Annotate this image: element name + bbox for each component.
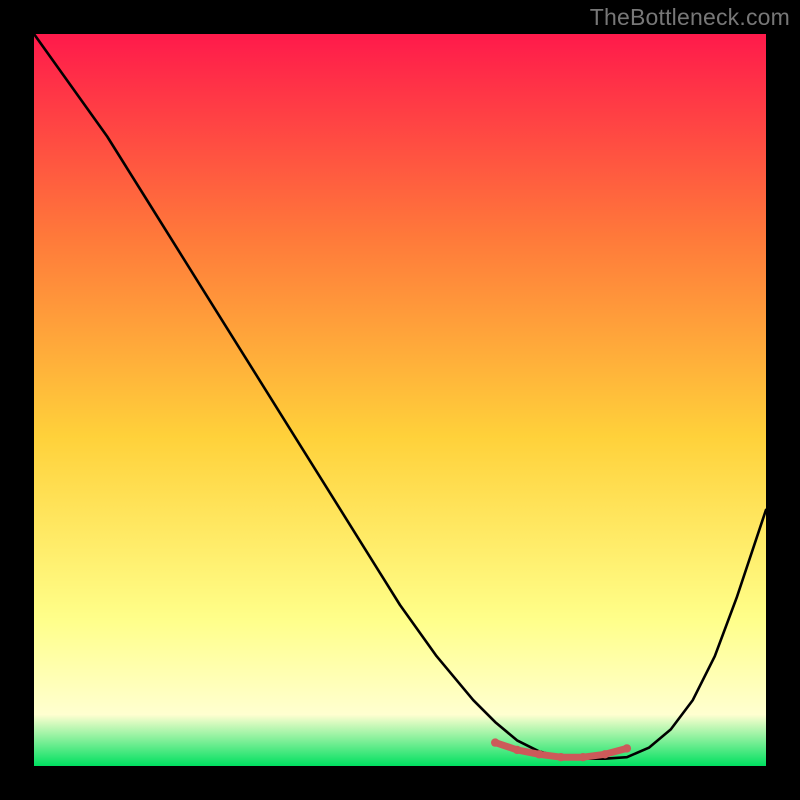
chart-frame: TheBottleneck.com (0, 0, 800, 800)
marker-dot (535, 750, 543, 758)
marker-dot (623, 744, 631, 752)
marker-dot (579, 753, 587, 761)
marker-dot (513, 746, 521, 754)
marker-dot (491, 738, 499, 746)
marker-dot (601, 750, 609, 758)
marker-dot (557, 753, 565, 761)
plot-area (34, 34, 766, 766)
bottleneck-chart (34, 34, 766, 766)
gradient-background (34, 34, 766, 766)
watermark-text: TheBottleneck.com (590, 4, 790, 31)
